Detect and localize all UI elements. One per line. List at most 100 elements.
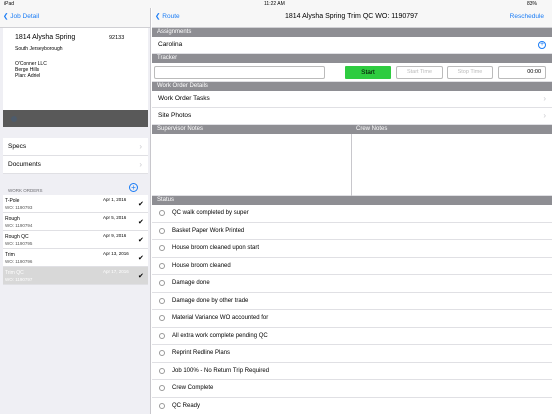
work-order-number: WO: 1190794 [5,223,33,228]
status-item[interactable]: All extra work complete pending QC [152,328,552,345]
chevron-right-icon: › [139,142,142,151]
checkmark-icon: ✔ [138,273,144,280]
chevron-left-icon: ❮ [3,13,9,20]
work-order-item-selected[interactable]: Trim QC Apr 17, 2016 WO: 1190797 ✔ [3,267,148,285]
stop-time-field[interactable]: Stop Time [447,66,493,79]
status-label: QC walk completed by super [172,210,249,216]
battery-level: 83% [527,1,538,7]
work-order-title: Trim QC [5,270,24,276]
job-detail-back-button[interactable]: ❮ Job Detail [3,12,39,20]
job-menu: Specs › Documents › [3,138,148,174]
radio-icon[interactable] [159,385,165,391]
tracker-row: Start Start Time Stop Time 00:00 [152,63,552,82]
status-label: Material Variance WO accounted for [172,315,269,321]
menu-item-specs[interactable]: Specs › [3,138,148,156]
radio-icon[interactable] [159,297,165,304]
status-label: House broom cleaned upon start [172,245,260,251]
status-label: QC Ready [172,402,201,409]
work-order-number: WO: 1190795 [5,241,33,246]
status-item[interactable]: QC walk completed by super [152,205,552,223]
site-photos-row[interactable]: Site Photos › [152,108,552,125]
radio-icon[interactable] [159,262,165,269]
status-item[interactable]: Basket Paper Work Printed [152,223,552,240]
start-button[interactable]: Start [345,66,391,79]
assignment-row[interactable]: Carolina + [152,37,552,54]
radio-icon[interactable] [159,245,165,251]
section-header-assignments: Assignments [152,28,552,37]
chevron-right-icon: › [139,160,142,169]
section-header-tracker: Tracker [152,54,552,63]
status-item[interactable]: House broom cleaned [152,258,552,275]
add-work-order-icon[interactable]: + [129,183,138,192]
start-time-field[interactable]: Start Time [396,66,443,79]
checkmark-icon: ✔ [138,219,144,226]
work-order-number: WO: 1190796 [5,259,33,264]
status-item[interactable]: House broom cleaned upon start [152,240,552,258]
tracker-notes-input[interactable] [154,66,325,79]
radio-icon[interactable] [159,210,165,216]
route-back-button[interactable]: ❮ Route [155,12,180,20]
status-item[interactable]: Damage done [152,275,552,293]
status-item[interactable]: QC Ready [152,398,552,414]
work-order-title: Trim [5,252,15,258]
status-label: All extra work complete pending QC [172,332,268,339]
menu-item-label: Specs [8,143,27,150]
work-order-item[interactable]: Rough Apr 5, 2016 WO: 1190794 ✔ [3,213,148,231]
crew-notes-header: Crew Notes [356,126,388,132]
job-plan: Plan: Adriel [15,73,41,79]
status-label: Reprint Redline Plans [172,350,231,356]
work-order-number: WO: 1190793 [5,205,33,210]
row-label: Site Photos [158,112,192,119]
work-order-date: Apr 17, 2016 [103,269,129,274]
status-label: Job 100% - No Return Trip Required [172,367,270,374]
work-order-item[interactable]: Trim Apr 13, 2016 WO: 1190796 ✔ [3,249,148,267]
checkmark-icon: ✔ [138,201,144,208]
reschedule-button[interactable]: Reschedule [510,13,544,20]
work-order-item[interactable]: Rough QC Apr 9, 2016 WO: 1190795 ✔ [3,231,148,249]
job-detail-pane: ❮ Job Detail 1814 Alysha Spring 92133 So… [0,8,151,414]
radio-icon[interactable] [159,332,165,339]
section-header-notes: Supervisor Notes Crew Notes [152,125,552,134]
back-label: Job Detail [10,13,40,20]
status-item[interactable]: Reprint Redline Plans [152,345,552,363]
work-order-tasks-row[interactable]: Work Order Tasks › [152,91,552,108]
menu-item-documents[interactable]: Documents › [3,156,148,174]
status-item[interactable]: Material Variance WO accounted for [152,310,552,328]
work-order-date: Apr 1, 2016 [103,197,127,202]
job-subdivision: South Jerseyborough [15,46,63,52]
status-label: Damage done [172,280,210,286]
add-assignment-icon[interactable]: + [538,41,546,49]
route-label: Route [162,13,180,20]
radio-icon[interactable] [159,227,165,234]
row-label: Work Order Tasks [158,95,210,102]
work-order-pane: ❮ Route 1814 Alysha Spring Trim QC WO: 1… [152,8,552,414]
work-order-item[interactable]: T-Pole Apr 1, 2016 WO: 1190793 ✔ [3,195,148,213]
work-order-date: Apr 5, 2016 [103,215,127,220]
status-label: House broom cleaned [172,262,231,269]
status-item[interactable]: Damage done by other trade [152,293,552,310]
left-nav-bar: ❮ Job Detail [0,8,150,28]
chevron-right-icon: › [543,94,546,103]
work-order-list: T-Pole Apr 1, 2016 WO: 1190793 ✔ Rough A… [3,195,148,285]
map-strip[interactable] [3,110,148,127]
radio-icon[interactable] [159,402,165,409]
radio-icon[interactable] [159,350,165,356]
status-item[interactable]: Crew Complete [152,380,552,398]
menu-item-label: Documents [8,161,41,168]
crew-notes-field[interactable] [352,134,552,196]
supervisor-notes-header: Supervisor Notes [157,126,204,132]
work-orders-header: WORK ORDERS [8,188,43,193]
radio-icon[interactable] [159,367,165,374]
job-card: 1814 Alysha Spring 92133 South Jerseybor… [3,28,148,110]
radio-icon[interactable] [159,280,165,286]
assignee-name: Carolina [158,41,183,48]
checkmark-icon: ✔ [138,255,144,262]
device-label: iPad [4,1,15,7]
supervisor-notes-field[interactable] [152,134,351,196]
work-order-title: T-Pole [5,198,20,204]
duration-field[interactable]: 00:00 [498,66,546,79]
status-item[interactable]: Job 100% - No Return Trip Required [152,363,552,380]
work-order-date: Apr 9, 2016 [103,233,127,238]
radio-icon[interactable] [159,315,165,321]
right-nav-bar: ❮ Route 1814 Alysha Spring Trim QC WO: 1… [152,8,552,28]
